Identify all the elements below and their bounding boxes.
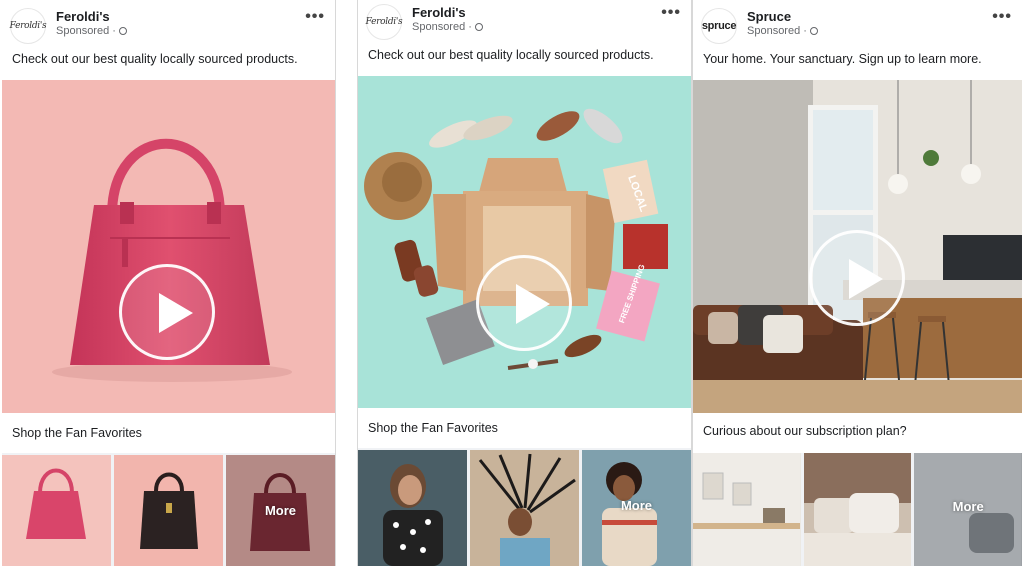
cta-bar[interactable]: Curious about our subscription plan? xyxy=(693,413,1022,453)
carousel-item-woman-braids[interactable] xyxy=(470,450,579,566)
play-video-button[interactable] xyxy=(476,255,572,351)
video-media[interactable] xyxy=(2,80,335,413)
more-options-icon[interactable]: ••• xyxy=(992,8,1012,26)
brand-logo[interactable]: Feroldi's xyxy=(10,8,47,44)
brand-name[interactable]: Feroldi's xyxy=(412,5,466,20)
ad-caption: Check out our best quality locally sourc… xyxy=(12,52,298,66)
desk-thumb xyxy=(693,453,800,566)
cta-text: Shop the Fan Favorites xyxy=(368,421,498,435)
ad-card-feroldis-flatlay: Feroldi's Feroldi's Sponsored · ••• Chec… xyxy=(357,0,692,566)
sponsored-label: Sponsored · xyxy=(747,25,818,37)
more-options-icon[interactable]: ••• xyxy=(305,8,325,26)
carousel-item-woman-polka[interactable] xyxy=(358,450,467,566)
more-label: More xyxy=(952,499,984,514)
sponsored-text: Sponsored · xyxy=(56,25,116,37)
cta-bar[interactable]: Shop the Fan Favorites xyxy=(358,408,691,448)
video-media[interactable] xyxy=(693,80,1022,413)
woman-polka-thumb xyxy=(358,450,467,566)
cta-text: Shop the Fan Favorites xyxy=(12,426,142,440)
handbag-image xyxy=(52,138,292,382)
sponsored-text: Sponsored · xyxy=(747,25,807,37)
carousel-item-more[interactable]: More xyxy=(914,453,1022,566)
carousel-item-black-bag[interactable] xyxy=(114,455,223,566)
globe-icon xyxy=(118,27,127,35)
sponsored-text: Sponsored · xyxy=(412,21,472,33)
brand-logo[interactable]: spruce xyxy=(701,8,737,44)
play-video-button[interactable] xyxy=(119,264,215,360)
brand-name[interactable]: Spruce xyxy=(747,9,791,24)
sponsored-label: Sponsored · xyxy=(412,21,483,33)
brand-logo[interactable]: Feroldi's xyxy=(366,4,403,40)
ad-header: spruce Spruce Sponsored · ••• Your home.… xyxy=(693,0,1022,80)
carousel-item-desk[interactable] xyxy=(693,453,801,566)
product-carousel: More xyxy=(2,455,335,566)
ad-card-feroldis-handbag: Feroldi's Feroldi's Sponsored · ••• Chec… xyxy=(2,0,336,566)
carousel-item-more[interactable]: More xyxy=(582,450,691,566)
interior-carousel: More xyxy=(693,453,1022,566)
ad-caption: Check out our best quality locally sourc… xyxy=(368,48,654,62)
more-label: More xyxy=(264,503,297,518)
video-media[interactable]: LOCAL FREE SHIPPING xyxy=(358,76,691,408)
flatlay-image: LOCAL FREE SHIPPING xyxy=(364,108,668,370)
ad-caption: Your home. Your sanctuary. Sign up to le… xyxy=(703,52,982,66)
globe-icon xyxy=(474,23,483,31)
ad-header: Feroldi's Feroldi's Sponsored · ••• Chec… xyxy=(2,0,335,80)
black-bag-thumb xyxy=(140,472,198,549)
cta-text: Curious about our subscription plan? xyxy=(703,424,907,438)
lifestyle-carousel: More xyxy=(358,450,691,566)
pink-bag-thumb xyxy=(26,468,86,539)
cta-bar[interactable]: Shop the Fan Favorites xyxy=(2,413,335,453)
play-video-button[interactable] xyxy=(809,230,905,326)
brand-name[interactable]: Feroldi's xyxy=(56,9,110,24)
carousel-item-pink-bag[interactable] xyxy=(2,455,111,566)
carousel-item-more[interactable]: More xyxy=(226,455,335,566)
woman-braids-thumb xyxy=(470,450,579,566)
ad-header: Feroldi's Feroldi's Sponsored · ••• Chec… xyxy=(358,0,691,76)
more-label: More xyxy=(620,498,653,513)
bedding-thumb xyxy=(803,453,911,566)
carousel-item-bedding[interactable] xyxy=(803,453,912,566)
sponsored-label: Sponsored · xyxy=(56,25,127,37)
more-options-icon[interactable]: ••• xyxy=(661,4,681,22)
ad-card-spruce-home: spruce Spruce Sponsored · ••• Your home.… xyxy=(692,0,1022,566)
globe-icon xyxy=(809,27,818,35)
